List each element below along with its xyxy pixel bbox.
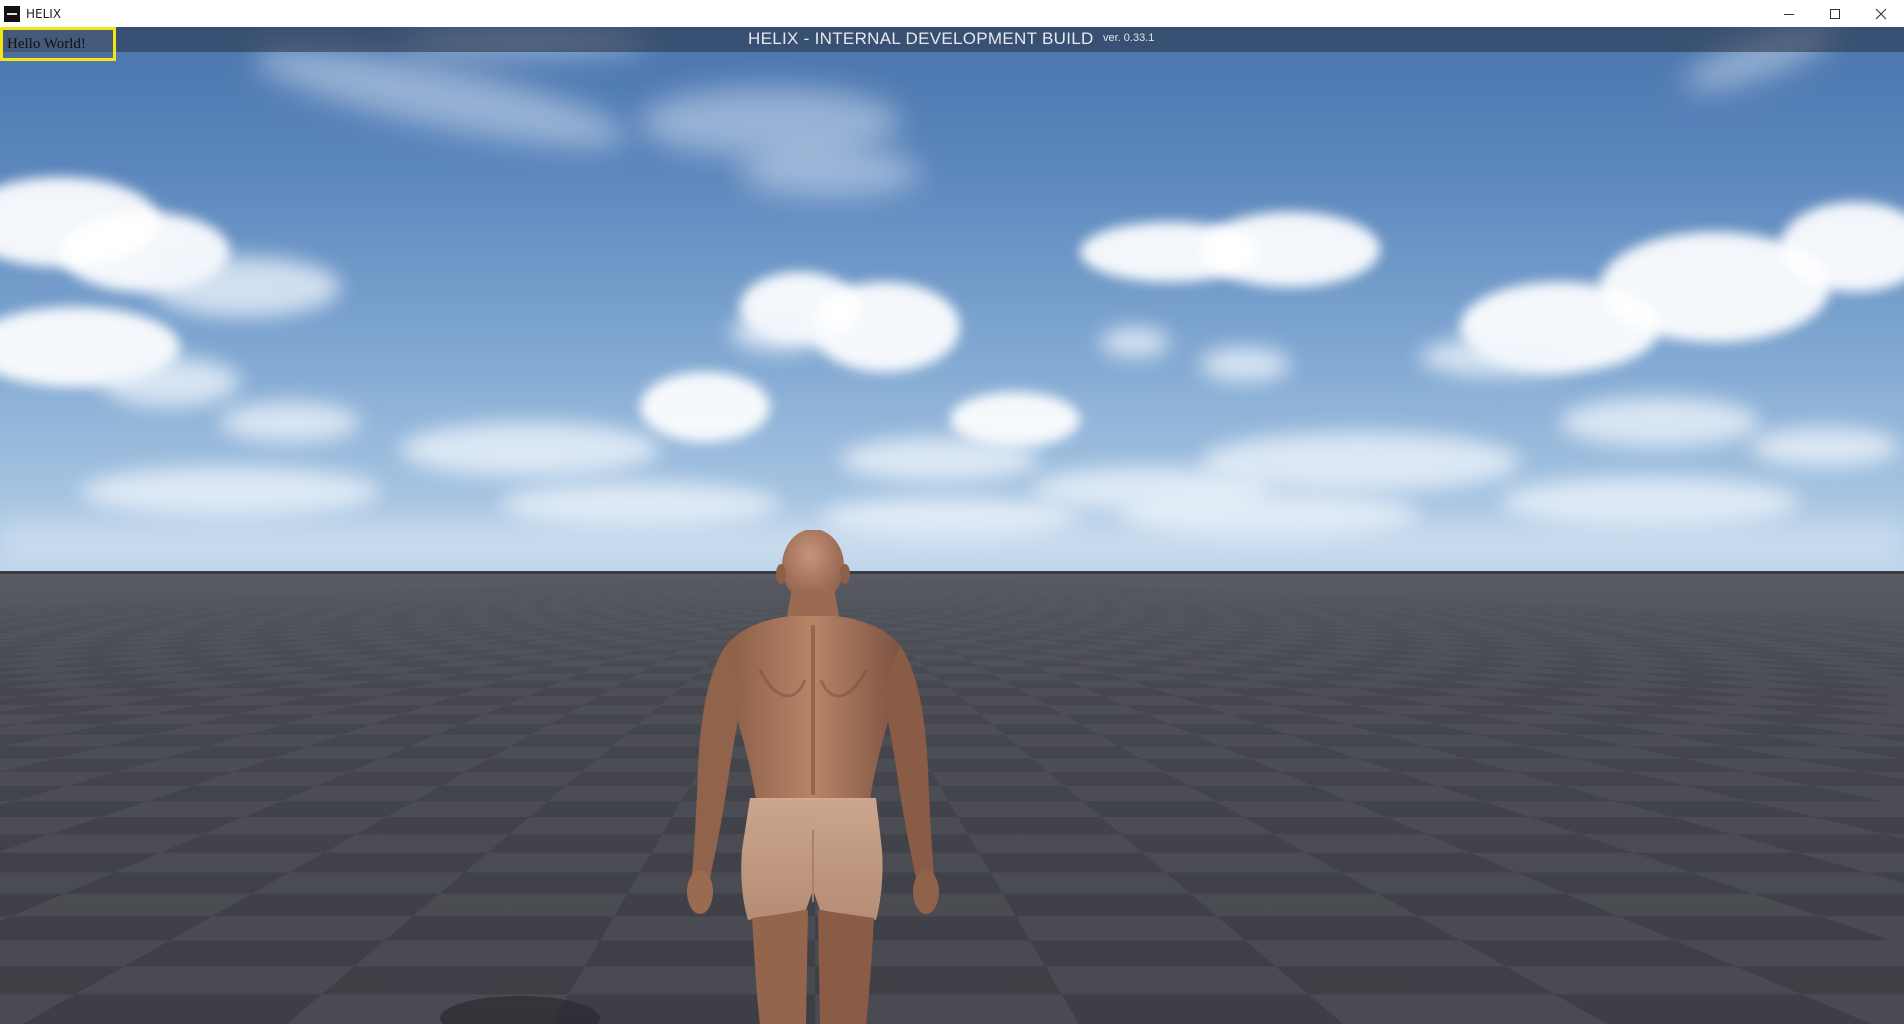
player-character [680,529,940,1024]
build-version: ver. 0.33.1 [1103,32,1155,44]
debug-message-box: Hello World! [0,27,116,61]
debug-message-text: Hello World! [7,36,86,52]
minimize-button[interactable] [1766,0,1812,27]
maximize-button[interactable] [1812,0,1858,27]
build-title: HELIX - INTERNAL DEVELOPMENT BUILD [748,29,1094,48]
window-controls [1766,0,1904,27]
game-window: HELIX HELIX - INTERNAL DEVELOPMENT BUILD… [0,0,1904,1024]
window-title: HELIX [26,6,62,21]
window-titlebar[interactable]: HELIX [0,0,1904,27]
sky [0,27,1904,573]
close-icon [1875,8,1887,19]
checkerboard-ground [0,573,1904,1024]
helix-app-icon [4,5,20,22]
minimize-icon [1784,13,1794,15]
close-button[interactable] [1858,0,1904,27]
horizon [0,571,1904,574]
maximize-icon [1830,8,1840,19]
game-viewport[interactable] [0,27,1904,1024]
